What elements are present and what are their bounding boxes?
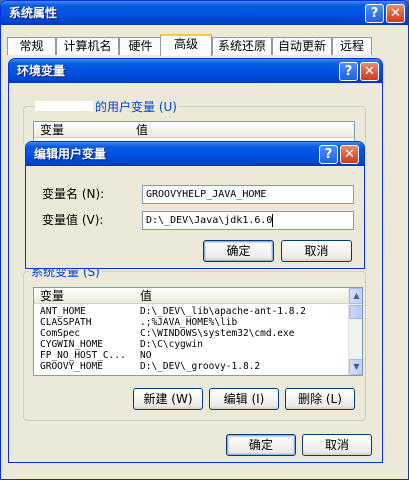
edit-dialog-titlebar: 编辑用户变量 xyxy=(26,142,364,166)
variable-name-field[interactable]: GROOVYHELP_JAVA_HOME xyxy=(142,185,354,204)
system-list-scrollbar[interactable]: ▲ ▼ xyxy=(348,288,362,375)
tab-hardware[interactable]: 硬件 xyxy=(119,37,162,55)
var-name: ANT_HOME xyxy=(40,306,86,317)
system-list-header-value[interactable]: 值 xyxy=(134,288,348,304)
scroll-down-icon[interactable]: ▼ xyxy=(349,359,362,375)
var-value: C:\WINDOWS\system32\cmd.exe xyxy=(140,328,295,339)
list-item[interactable]: ANT_HOME D:\_DEV\_lib\apache-ant-1.8.2 xyxy=(34,306,348,317)
system-list-header-name[interactable]: 变量 xyxy=(34,288,134,304)
edit-ok-button[interactable]: 确定 xyxy=(203,240,274,262)
scroll-up-icon[interactable]: ▲ xyxy=(349,288,362,304)
edit-help-button[interactable]: ? xyxy=(319,145,338,164)
tab-advanced[interactable]: 高级 xyxy=(160,34,212,56)
edit-cancel-button[interactable]: 取消 xyxy=(281,240,352,262)
var-name: CLASSPATH xyxy=(40,317,92,328)
tab-auto-update[interactable]: 自动更新 xyxy=(272,37,332,55)
list-item[interactable]: CYGWIN_HOME D:\C\cygwin xyxy=(34,339,348,350)
var-name: CYGWIN_HOME xyxy=(40,339,103,350)
scroll-thumb[interactable] xyxy=(349,305,362,319)
username-redacted xyxy=(35,101,93,111)
var-value: D:\_DEV\_lib\apache-ant-1.8.2 xyxy=(140,306,306,317)
environment-variables-titlebar: 环境变量 xyxy=(9,59,382,83)
variable-value-label: 变量值 (V): xyxy=(42,213,104,227)
tab-computer-name[interactable]: 计算机名 xyxy=(56,37,119,55)
system-properties-title: 系统属性 xyxy=(9,6,58,20)
variable-value-field[interactable]: D:\_DEV\Java\jdk1.6.0 xyxy=(142,211,354,230)
variable-value-text: D:\_DEV\Java\jdk1.6.0 xyxy=(146,215,273,226)
system-variables-list[interactable]: 变量 值 ANT_HOME D:\_DEV\_lib\apache-ant-1.… xyxy=(33,287,363,376)
var-name: FP_NO_HOST_C... xyxy=(40,350,126,361)
edit-variable-button[interactable]: 编辑 (I) xyxy=(209,388,279,410)
edit-close-button[interactable]: ✕ xyxy=(340,145,359,164)
new-variable-button[interactable]: 新建 (W) xyxy=(133,388,203,410)
tab-remote[interactable]: 远程 xyxy=(332,37,372,55)
tab-general[interactable]: 常规 xyxy=(7,37,56,55)
list-item[interactable]: CLASSPATH .;%JAVA_HOME%\lib xyxy=(34,317,348,328)
var-value: D:\_DEV\_groovy-1.8.2 xyxy=(140,361,261,372)
close-button[interactable]: ✕ xyxy=(386,4,405,23)
user-list-header-name[interactable]: 变量 xyxy=(34,122,130,138)
edit-user-variable-dialog: 编辑用户变量 ? ✕ 变量名 (N): GROOVYHELP_JAVA_HOME… xyxy=(25,141,365,269)
help-button[interactable]: ? xyxy=(365,4,384,23)
list-item[interactable]: ComSpec C:\WINDOWS\system32\cmd.exe xyxy=(34,328,348,339)
var-value: NO xyxy=(140,350,152,361)
variable-name-label: 变量名 (N): xyxy=(42,187,105,201)
user-list-header-value[interactable]: 值 xyxy=(130,122,354,138)
list-item[interactable]: GROOVY_HOME D:\_DEV\_groovy-1.8.2 xyxy=(34,361,348,372)
var-value: D:\C\cygwin xyxy=(140,339,203,350)
var-value: .;%JAVA_HOME%\lib xyxy=(140,317,238,328)
env-close-button[interactable]: ✕ xyxy=(360,62,379,81)
var-name: ComSpec xyxy=(40,328,81,339)
var-name: GROOVY_HOME xyxy=(40,361,103,372)
environment-variables-title: 环境变量 xyxy=(17,64,66,78)
tab-system-restore[interactable]: 系统还原 xyxy=(212,37,272,55)
text-cursor xyxy=(272,213,274,227)
system-properties-titlebar: 系统属性 xyxy=(1,1,408,25)
delete-variable-button[interactable]: 删除 (L) xyxy=(285,388,355,410)
list-item[interactable]: FP_NO_HOST_C... NO xyxy=(34,350,348,361)
env-ok-button[interactable]: 确定 xyxy=(226,434,296,456)
edit-dialog-title: 编辑用户变量 xyxy=(34,147,107,161)
user-variables-label: 的用户变量 (U) xyxy=(93,100,179,114)
env-help-button[interactable]: ? xyxy=(339,62,358,81)
env-cancel-button[interactable]: 取消 xyxy=(302,434,372,456)
